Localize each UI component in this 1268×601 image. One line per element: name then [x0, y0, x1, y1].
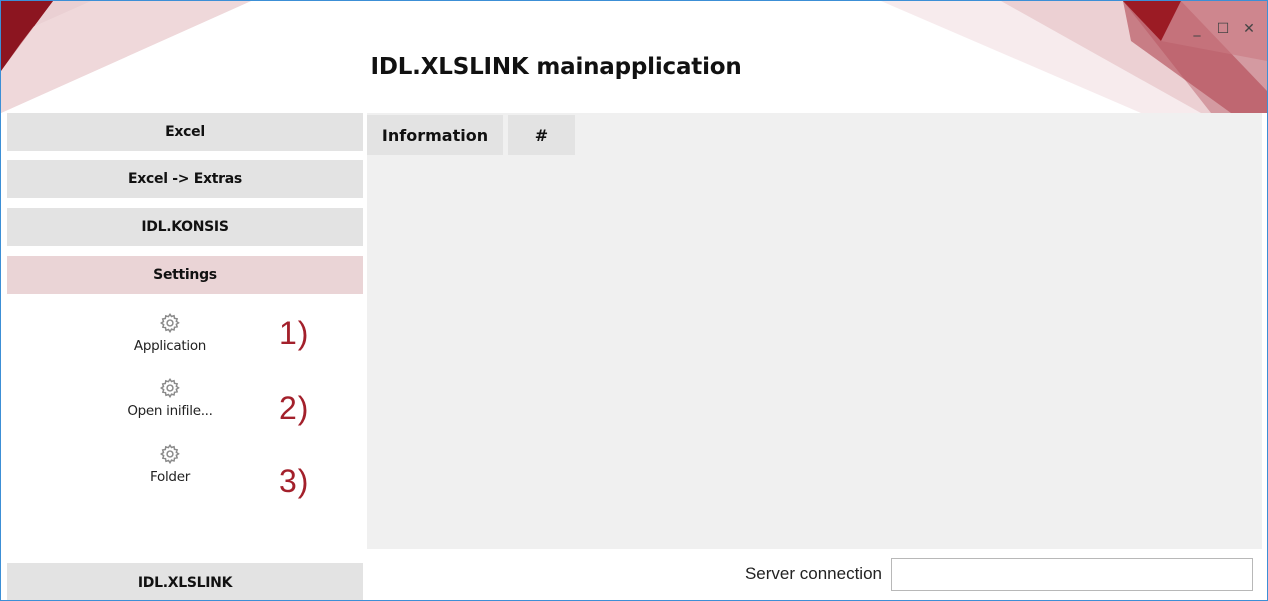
- settings-item-label: Application: [133, 338, 207, 354]
- sidebar-button-idl-xlslink[interactable]: IDL.XLSLINK: [7, 563, 363, 600]
- main-panel: Information #: [367, 113, 1262, 549]
- window-title: IDL.XLSLINK mainapplication: [370, 54, 742, 80]
- sidebar-button-settings[interactable]: Settings: [7, 256, 363, 294]
- annotation-1: 1): [279, 315, 310, 351]
- annotation-3: 3): [279, 463, 310, 499]
- close-icon: ✕: [1243, 21, 1255, 37]
- annotation-2: 2): [279, 390, 310, 426]
- close-button[interactable]: ✕: [1239, 19, 1259, 39]
- header: IDL.XLSLINK mainapplication _ ☐ ✕: [1, 1, 1267, 113]
- settings-item-application[interactable]: Application: [115, 312, 225, 368]
- tab-information[interactable]: Information: [367, 115, 503, 155]
- gear-icon: [159, 312, 180, 334]
- server-connection-field[interactable]: [891, 558, 1253, 591]
- minimize-button[interactable]: _: [1187, 19, 1207, 39]
- tab-hash[interactable]: #: [508, 115, 575, 155]
- settings-item-label: Folder: [150, 469, 190, 485]
- sidebar-button-excel-extras[interactable]: Excel -> Extras: [7, 160, 363, 198]
- sidebar: Excel Excel -> Extras IDL.KONSIS Setting…: [7, 113, 363, 600]
- settings-item-folder[interactable]: Folder: [115, 443, 225, 499]
- gear-icon: [159, 377, 180, 399]
- maximize-icon: ☐: [1216, 21, 1230, 37]
- status-bar: Server connection: [367, 549, 1262, 600]
- gear-icon: [159, 443, 180, 465]
- maximize-button[interactable]: ☐: [1213, 19, 1233, 39]
- minimize-icon: _: [1193, 21, 1201, 37]
- server-connection-label: Server connection: [744, 564, 882, 583]
- sidebar-button-excel[interactable]: Excel: [7, 113, 363, 151]
- app-window: IDL.XLSLINK mainapplication _ ☐ ✕ Excel …: [0, 0, 1268, 601]
- settings-item-open-inifile[interactable]: Open inifile...: [115, 377, 225, 433]
- sidebar-button-idl-konsis[interactable]: IDL.KONSIS: [7, 208, 363, 246]
- settings-item-label: Open inifile...: [127, 403, 213, 419]
- window-controls: _ ☐ ✕: [1187, 19, 1259, 39]
